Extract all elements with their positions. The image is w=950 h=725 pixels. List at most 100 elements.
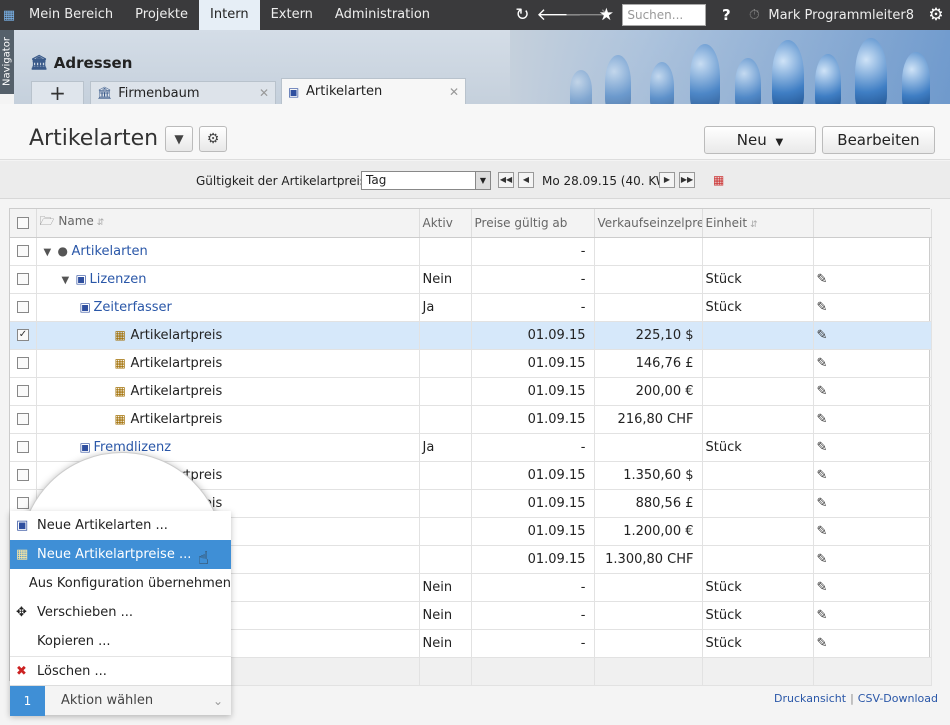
column-header-preis[interactable]: Verkaufseinzelpreis xyxy=(594,209,703,238)
action-label: Aktion wählen xyxy=(61,693,154,708)
row-checkbox[interactable] xyxy=(10,433,37,462)
menu-item-from-configuration[interactable]: Aus Konfiguration übernehmen xyxy=(10,569,231,598)
first-period-button[interactable]: ◀◀ xyxy=(498,172,514,188)
back-arrow-icon[interactable]: 🡐 xyxy=(536,5,582,25)
nav-tab-projekte[interactable]: Projekte xyxy=(124,0,199,30)
menu-item-delete[interactable]: ✖ Löschen ... xyxy=(10,656,231,685)
building-icon: 🏛 xyxy=(30,55,48,71)
column-header-einheit[interactable]: Einheit ⇵ xyxy=(702,209,814,238)
edit-pencil-icon[interactable]: ✎ xyxy=(817,552,828,567)
aktiv-cell: Nein xyxy=(419,265,472,294)
stopwatch-icon[interactable]: ⏱ xyxy=(740,7,768,23)
new-button[interactable]: Neu ▼ xyxy=(704,126,816,154)
aktiv-cell: Nein xyxy=(419,629,472,658)
row-name[interactable]: Artikelartpreis xyxy=(131,384,223,399)
nav-tab-administration[interactable]: Administration xyxy=(324,0,441,30)
tab-artikelarten[interactable]: ▣ Artikelarten ✕ xyxy=(281,78,466,104)
edit-pencil-icon[interactable]: ✎ xyxy=(817,636,828,651)
column-header-name[interactable]: 🗁 Name ⇵ xyxy=(36,209,420,238)
table-row[interactable]: ▦ Artikelartpreis 01.09.15 216,80 CHF ✎ xyxy=(10,405,932,434)
nav-tab-extern[interactable]: Extern xyxy=(260,0,324,30)
row-name[interactable]: Lizenzen xyxy=(90,272,147,287)
table-row[interactable]: ▣ Zeiterfasser Ja - Stück ✎ xyxy=(10,293,932,322)
tab-firmenbaum[interactable]: 🏛 Firmenbaum ✕ xyxy=(90,81,276,104)
collapse-triangle-icon[interactable]: ▼ xyxy=(44,247,58,258)
menu-item-move[interactable]: ✥ Verschieben ... xyxy=(10,598,231,627)
search-input[interactable]: Suchen... xyxy=(622,4,707,26)
name-cell: ▦ Artikelartpreis xyxy=(36,377,420,406)
row-checkbox[interactable] xyxy=(10,461,37,490)
edit-pencil-icon[interactable]: ✎ xyxy=(817,524,828,539)
edit-pencil-icon[interactable]: ✎ xyxy=(817,328,828,343)
page-title: Artikelarten xyxy=(29,126,159,151)
row-name[interactable]: Artikelartpreis xyxy=(131,328,223,343)
period-select[interactable]: Tag ▼ xyxy=(361,171,491,190)
print-view-link[interactable]: Druckansicht xyxy=(774,692,846,705)
row-checkbox[interactable] xyxy=(10,405,37,434)
column-header-aktiv[interactable]: Aktiv xyxy=(419,209,472,238)
gueltig-cell: - xyxy=(471,265,595,294)
add-tab-button[interactable]: + xyxy=(31,81,84,104)
row-checkbox[interactable] xyxy=(10,377,37,406)
table-row[interactable]: ▼ ▣ Lizenzen Nein - Stück ✎ xyxy=(10,265,932,294)
edit-pencil-icon[interactable]: ✎ xyxy=(817,608,828,623)
table-row[interactable]: ▦ Artikelartpreis 01.09.15 146,76 £ ✎ xyxy=(10,349,932,378)
edit-cell: ✎ xyxy=(813,265,932,294)
row-checkbox[interactable]: ✓ xyxy=(10,321,37,350)
row-name[interactable]: Artikelarten xyxy=(72,244,148,259)
calendar-icon[interactable]: ▦ xyxy=(713,173,724,187)
edit-button[interactable]: Bearbeiten xyxy=(822,126,935,154)
edit-pencil-icon[interactable]: ✎ xyxy=(817,440,828,455)
table-row[interactable]: ▼ ● Artikelarten - xyxy=(10,237,932,266)
next-period-button[interactable]: ▶ xyxy=(659,172,675,188)
app-logo-icon[interactable]: ▦ xyxy=(0,0,18,30)
last-period-button[interactable]: ▶▶ xyxy=(679,172,695,188)
action-selector[interactable]: 1 Aktion wählen ⌄ xyxy=(10,685,231,716)
menu-item-copy[interactable]: Kopieren ... xyxy=(10,627,231,656)
help-icon[interactable]: ? xyxy=(712,6,740,24)
column-header-gueltig[interactable]: Preise gültig ab xyxy=(471,209,595,238)
edit-cell xyxy=(813,237,932,266)
favorite-star-icon[interactable]: ★ xyxy=(592,5,620,25)
aktiv-cell: Nein xyxy=(419,601,472,630)
forward-arrow-icon[interactable]: 🡒 xyxy=(564,5,610,25)
edit-pencil-icon[interactable]: ✎ xyxy=(817,412,828,427)
navigator-toggle[interactable]: Navigator xyxy=(0,30,14,94)
nav-tab-mein-bereich[interactable]: Mein Bereich xyxy=(18,0,124,30)
close-tab-icon[interactable]: ✕ xyxy=(259,86,269,100)
edit-pencil-icon[interactable]: ✎ xyxy=(817,356,828,371)
price-icon: ▦ xyxy=(114,383,126,398)
menu-item-new-article-types[interactable]: ▣ Neue Artikelarten ... xyxy=(10,511,231,540)
title-dropdown-button[interactable]: ▼ xyxy=(165,126,193,152)
edit-cell: ✎ xyxy=(813,321,932,350)
row-name[interactable]: Zeiterfasser xyxy=(94,300,172,315)
edit-pencil-icon[interactable]: ✎ xyxy=(817,496,828,511)
row-name[interactable]: Artikelartpreis xyxy=(131,412,223,427)
settings-gear-icon[interactable]: ⚙ xyxy=(922,5,950,25)
previous-period-button[interactable]: ◀ xyxy=(518,172,534,188)
edit-pencil-icon[interactable]: ✎ xyxy=(817,468,828,483)
row-checkbox[interactable] xyxy=(10,349,37,378)
collapse-triangle-icon[interactable]: ▼ xyxy=(62,275,76,286)
price-icon: ▦ xyxy=(16,547,29,562)
edit-pencil-icon[interactable]: ✎ xyxy=(817,272,828,287)
edit-pencil-icon[interactable]: ✎ xyxy=(817,300,828,315)
select-all-checkbox[interactable] xyxy=(10,209,37,238)
row-checkbox[interactable] xyxy=(10,293,37,322)
table-row[interactable]: ✓ ▦ Artikelartpreis 01.09.15 225,10 $ ✎ xyxy=(10,321,932,350)
csv-download-link[interactable]: CSV-Download xyxy=(858,692,938,705)
nav-tab-intern[interactable]: Intern xyxy=(199,0,260,30)
refresh-icon[interactable]: ↻ xyxy=(508,5,536,25)
edit-cell: ✎ xyxy=(813,601,932,630)
validity-label: Gültigkeit der Artikelartpreise xyxy=(196,174,374,188)
edit-pencil-icon[interactable]: ✎ xyxy=(817,580,828,595)
preis-cell xyxy=(594,629,703,658)
close-tab-icon[interactable]: ✕ xyxy=(449,85,459,99)
row-name[interactable]: Artikelartpreis xyxy=(131,356,223,371)
table-row[interactable]: ▦ Artikelartpreis 01.09.15 200,00 € ✎ xyxy=(10,377,932,406)
user-name[interactable]: Mark Programmleiter8 xyxy=(768,8,914,23)
row-checkbox[interactable] xyxy=(10,237,37,266)
row-checkbox[interactable] xyxy=(10,265,37,294)
edit-pencil-icon[interactable]: ✎ xyxy=(817,384,828,399)
view-settings-button[interactable]: ⚙ xyxy=(199,126,227,152)
